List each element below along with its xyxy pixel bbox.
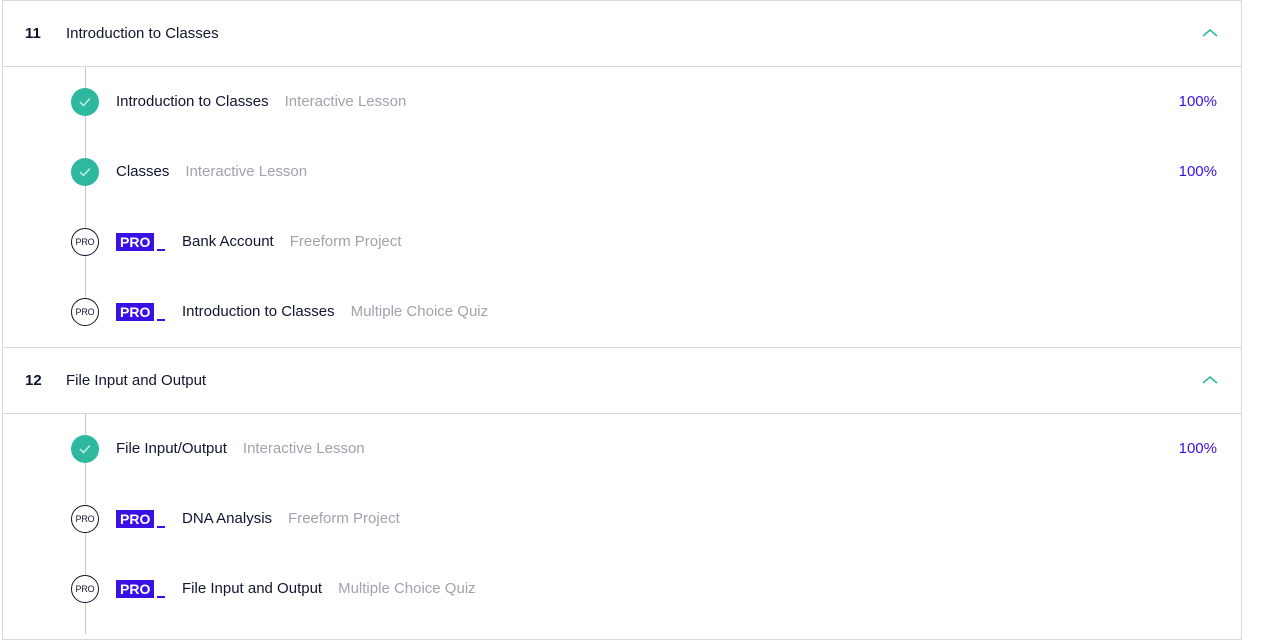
list-item[interactable]: Introduction to Classes Interactive Lesso… (3, 67, 1241, 137)
list-item[interactable]: PRO PRO DNA Analysis Freeform Project (3, 484, 1241, 554)
complete-check-icon (71, 88, 99, 116)
complete-check-icon (71, 435, 99, 463)
pro-badge-label: PRO (116, 580, 155, 598)
complete-check-icon (71, 158, 99, 186)
item-title: DNA Analysis (182, 510, 273, 527)
module-11: 11 Introduction to Classes Introduction … (3, 1, 1241, 348)
chevron-up-icon[interactable] (1201, 24, 1219, 42)
module-number: 11 (25, 25, 41, 42)
syllabus-list: 11 Introduction to Classes Introduction … (2, 0, 1242, 640)
item-title-row: Introduction to Classes Multiple Choice Q… (182, 303, 488, 320)
pro-status-icon: PRO (71, 575, 99, 603)
pro-badge-cursor (157, 526, 166, 528)
item-progress: 100% (1178, 163, 1217, 180)
item-title: File Input and Output (182, 580, 323, 597)
pro-status-icon: PRO (71, 228, 99, 256)
item-title: Introduction to Classes (182, 303, 335, 320)
module-number: 12 (25, 372, 42, 389)
pro-badge-cursor (157, 249, 166, 251)
pro-badge-cursor (157, 596, 166, 598)
pro-badge: PRO (116, 580, 166, 598)
pro-badge-label: PRO (116, 303, 155, 321)
item-title-row: File Input and Output Multiple Choice Qui… (182, 580, 476, 597)
list-item[interactable]: File Input/Output Interactive Lesson 100% (3, 414, 1241, 484)
item-title-row: Bank Account Freeform Project (182, 233, 401, 250)
item-title: Introduction to Classes (116, 93, 269, 110)
item-type: Freeform Project (289, 233, 402, 250)
pro-badge: PRO (116, 303, 166, 321)
pro-badge-cursor (157, 319, 166, 321)
item-title: File Input/Output (116, 440, 227, 457)
item-type: Multiple Choice Quiz (350, 303, 489, 320)
pro-status-icon: PRO (71, 505, 99, 533)
item-progress: 100% (1178, 93, 1217, 110)
item-title-row: DNA Analysis Freeform Project (182, 510, 400, 527)
list-item[interactable]: PRO PRO File Input and Output Multiple Ch… (3, 554, 1241, 624)
list-item[interactable]: PRO PRO Bank Account Freeform Project (3, 207, 1241, 277)
item-title-row: Introduction to Classes Interactive Lesso… (116, 93, 406, 110)
module-items: Introduction to Classes Interactive Lesso… (3, 67, 1241, 348)
pro-badge-label: PRO (116, 233, 155, 251)
list-item[interactable]: PRO PRO Introduction to Classes Multiple … (3, 277, 1241, 347)
module-title: File Input and Output (66, 372, 207, 389)
item-type: Interactive Lesson (185, 163, 308, 180)
item-title: Bank Account (182, 233, 274, 250)
item-title: Classes (116, 163, 170, 180)
item-type: Multiple Choice Quiz (338, 580, 476, 597)
item-title-row: Classes Interactive Lesson (116, 163, 307, 180)
item-progress: 100% (1178, 440, 1217, 457)
pro-badge: PRO (116, 233, 166, 251)
module-items: File Input/Output Interactive Lesson 100%… (3, 414, 1241, 634)
module-header[interactable]: 12 File Input and Output (3, 348, 1241, 414)
item-type: Interactive Lesson (284, 93, 407, 110)
pro-status-icon: PRO (71, 298, 99, 326)
list-item[interactable]: Classes Interactive Lesson 100% (3, 137, 1241, 207)
chevron-up-icon[interactable] (1201, 371, 1219, 389)
item-type: Freeform Project (288, 510, 400, 527)
module-12: 12 File Input and Output File Input/Outp… (3, 348, 1241, 634)
item-type: Interactive Lesson (242, 440, 365, 457)
pro-badge: PRO (116, 510, 166, 528)
module-header[interactable]: 11 Introduction to Classes (3, 1, 1241, 67)
module-title: Introduction to Classes (66, 25, 219, 42)
pro-badge-label: PRO (116, 510, 155, 528)
item-title-row: File Input/Output Interactive Lesson (116, 440, 365, 457)
